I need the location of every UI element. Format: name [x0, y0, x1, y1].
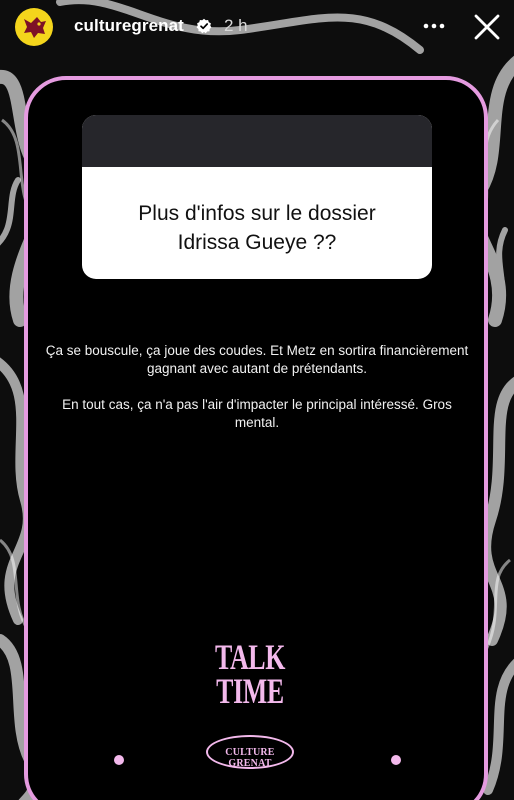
verified-badge-icon — [196, 18, 212, 34]
badge-text: CULTURE GRENAT — [225, 747, 275, 769]
more-options-icon[interactable] — [420, 14, 448, 38]
club-logo-icon — [24, 17, 46, 38]
story-viewer: culturegrenat 2 h Plus d'infos sur le do… — [0, 0, 514, 800]
logo-line: TIME — [216, 671, 284, 711]
decor-dot-right — [391, 755, 401, 765]
question-text: Plus d'infos sur le dossier Idrissa Guey… — [82, 199, 432, 257]
question-sticker-header — [82, 115, 432, 167]
question-line: Plus d'infos sur le dossier — [138, 202, 376, 225]
close-icon[interactable] — [470, 10, 504, 44]
logo-line: TALK — [214, 637, 286, 677]
answer-paragraph: Ça se bouscule, ça joue des coudes. Et M… — [45, 343, 469, 376]
story-header: culturegrenat 2 h — [0, 0, 514, 56]
answer-text: Ça se bouscule, ça joue des coudes. Et M… — [40, 342, 474, 450]
question-sticker[interactable]: Plus d'infos sur le dossier Idrissa Guey… — [82, 115, 432, 279]
answer-paragraph: En tout cas, ça n'a pas l'air d'impacter… — [62, 397, 452, 430]
username[interactable]: culturegrenat — [74, 16, 184, 36]
avatar[interactable] — [15, 8, 53, 46]
decor-dot-left — [114, 755, 124, 765]
talk-time-logo: TALK TIME — [214, 637, 286, 711]
culture-grenat-badge: CULTURE GRENAT — [206, 735, 294, 769]
post-time: 2 h — [224, 16, 248, 35]
question-line: Idrissa Gueye ?? — [177, 231, 337, 254]
